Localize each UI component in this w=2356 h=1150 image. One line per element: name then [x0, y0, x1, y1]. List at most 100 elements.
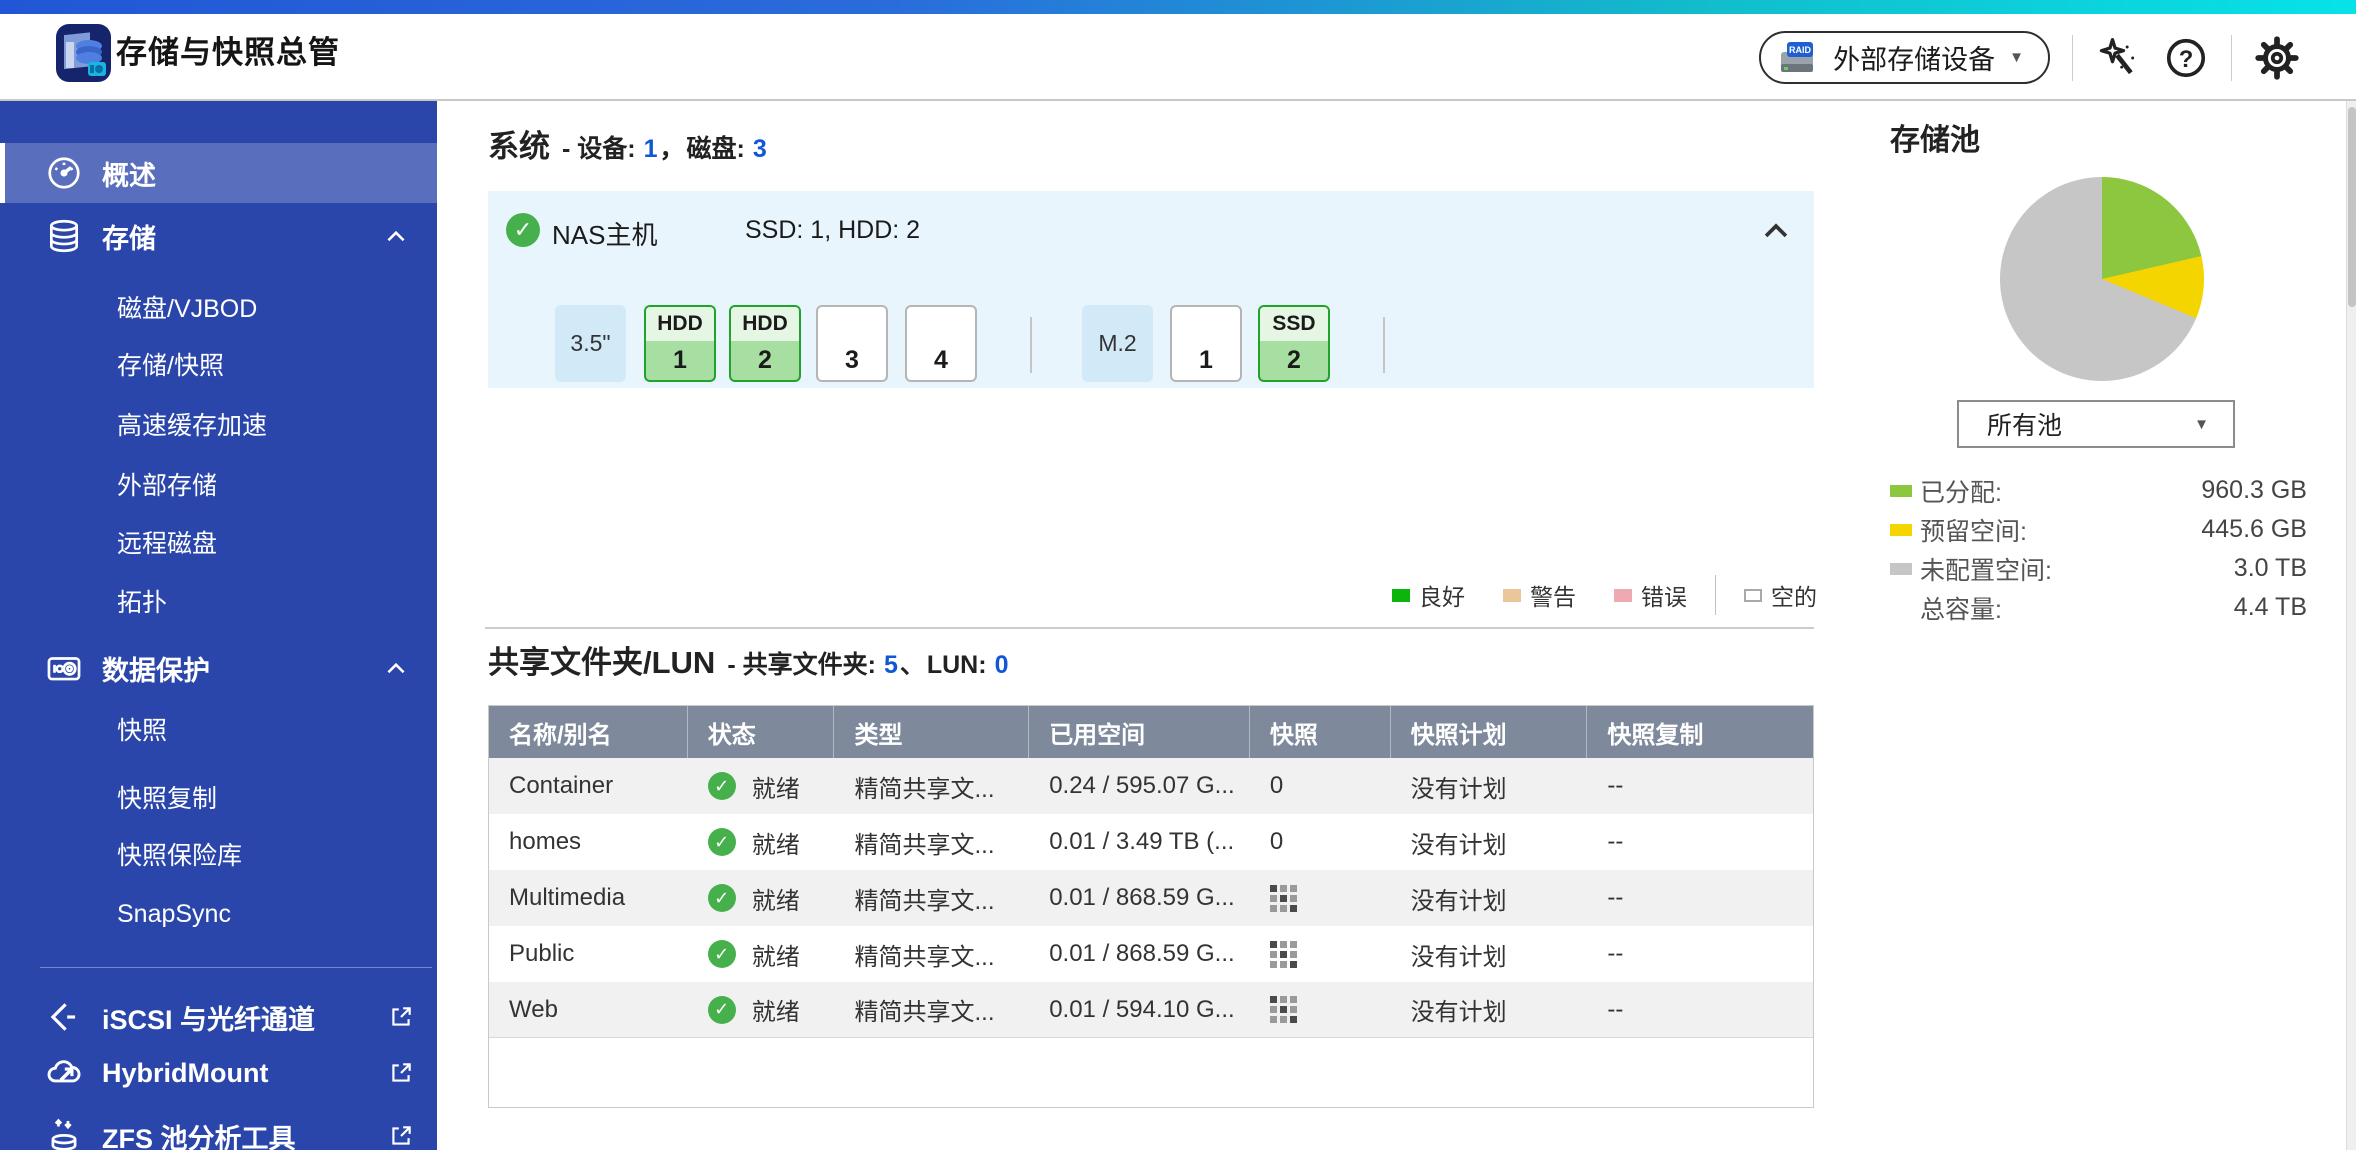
table-row-container[interactable]: Container ✓就绪 精简共享文... 0.24 / 595.07 G..…: [489, 758, 1813, 814]
col-header-snapshot-replica: 快照复制: [1587, 706, 1813, 758]
cell-type: 精简共享文...: [834, 814, 1029, 870]
chevron-down-icon: ▼: [2009, 49, 2024, 66]
folder-count-label: - 共享文件夹:: [727, 645, 876, 681]
header-divider: [2072, 35, 2073, 81]
cloud-icon: [44, 1053, 84, 1093]
slot-type-label: HDD: [646, 307, 714, 341]
disk-slot-m2-1-empty[interactable]: 1: [1170, 305, 1242, 382]
cell-snapshot-plan: 没有计划: [1391, 870, 1588, 926]
sidebar-item-cache-acceleration[interactable]: 高速缓存加速: [0, 395, 437, 453]
sidebar-item-remote-disk[interactable]: 远程磁盘: [0, 513, 437, 571]
sidebar-item-storage[interactable]: 存储: [0, 206, 437, 266]
sidebar-item-snapshot[interactable]: 快照: [0, 700, 437, 758]
cell-snapshots: [1250, 982, 1391, 1037]
sidebar-item-iscsi-fc[interactable]: iSCSI 与光纤通道: [0, 987, 437, 1047]
status-ok-icon: ✓: [708, 996, 736, 1024]
disk-slot-ssd2[interactable]: SSD 2: [1258, 305, 1330, 382]
cell-snapshot-plan: 没有计划: [1391, 814, 1588, 870]
chevron-up-icon[interactable]: [383, 656, 409, 682]
external-storage-device-dropdown[interactable]: RAID 外部存储设备 ▼: [1759, 31, 2050, 84]
cell-snapshot-plan: 没有计划: [1391, 926, 1588, 982]
pool-selector-dropdown[interactable]: 所有池 ▼: [1957, 400, 2235, 448]
disk-slot-3-empty[interactable]: 3: [816, 305, 888, 382]
vertical-scrollbar[interactable]: [2346, 101, 2356, 1150]
help-icon[interactable]: ?: [2163, 35, 2209, 81]
total-label: 总容量:: [1920, 590, 2234, 626]
sidebar-item-external-storage[interactable]: 外部存储: [0, 455, 437, 513]
svg-text:RAID: RAID: [1789, 45, 1811, 55]
disk-slot-4-empty[interactable]: 4: [905, 305, 977, 382]
disk-slot-hdd1[interactable]: HDD 1: [644, 305, 716, 382]
cell-name: Container: [489, 758, 688, 814]
main-content: 系统 - 设备: 1 ， 磁盘: 3 ✓ NAS主机 SSD: 1, HDD: …: [437, 101, 2348, 1150]
bay-divider: [1030, 317, 1032, 373]
settings-gear-icon[interactable]: [2254, 35, 2300, 81]
slot-number: 3: [818, 341, 886, 380]
cell-snapshot-replica: --: [1587, 926, 1813, 982]
cell-type: 精简共享文...: [834, 926, 1029, 982]
sidebar-item-storage-snapshots[interactable]: 存储/快照: [0, 335, 437, 393]
cell-snapshots: [1250, 870, 1391, 926]
chevron-down-icon: ▼: [2194, 416, 2209, 433]
table-row-public[interactable]: Public ✓就绪 精简共享文... 0.01 / 868.59 G... 没…: [489, 926, 1813, 982]
chevron-up-icon[interactable]: [383, 224, 409, 250]
sidebar-label: 外部存储: [117, 466, 217, 502]
snapshot-busy-grid-icon: [1270, 885, 1297, 912]
status-ok-icon: ✓: [708, 772, 736, 800]
device-selector-label: 外部存储设备: [1833, 38, 1995, 77]
sidebar-item-hybridmount[interactable]: HybridMount: [0, 1043, 437, 1103]
legend-warning-label: 警告: [1530, 578, 1576, 612]
wizard-wand-icon[interactable]: [2095, 35, 2141, 81]
disk-count-label: 磁盘:: [687, 129, 745, 165]
table-row-multimedia[interactable]: Multimedia ✓就绪 精简共享文... 0.01 / 868.59 G.…: [489, 870, 1813, 926]
cell-snapshot-replica: --: [1587, 758, 1813, 814]
cell-snapshots: 0: [1250, 814, 1391, 870]
table-row-web[interactable]: Web ✓就绪 精简共享文... 0.01 / 594.10 G... 没有计划…: [489, 982, 1813, 1038]
sidebar-item-snapsync[interactable]: SnapSync: [0, 885, 437, 943]
status-ok-icon: ✓: [708, 828, 736, 856]
legend-empty-swatch: [1744, 589, 1762, 602]
cell-status: ✓就绪: [688, 814, 835, 870]
cell-status: ✓就绪: [688, 758, 835, 814]
table-row-homes[interactable]: homes ✓就绪 精简共享文... 0.01 / 3.49 TB (... 0…: [489, 814, 1813, 870]
nas-host-panel: ✓ NAS主机 SSD: 1, HDD: 2 3.5" HDD 1 HDD 2 …: [488, 191, 1814, 388]
reserved-swatch: [1890, 524, 1912, 536]
shared-folders-table: 名称/别名 状态 类型 已用空间 快照 快照计划 快照复制 Container …: [488, 705, 1814, 1108]
cell-used-space: 0.01 / 3.49 TB (...: [1029, 814, 1250, 870]
cell-snapshot-replica: --: [1587, 982, 1813, 1037]
disk-slot-hdd2[interactable]: HDD 2: [729, 305, 801, 382]
sidebar-item-topology[interactable]: 拓扑: [0, 572, 437, 630]
slot-number: 4: [907, 341, 975, 380]
sidebar-label: iSCSI 与光纤通道: [102, 998, 315, 1037]
col-header-type: 类型: [834, 706, 1029, 758]
cell-used-space: 0.24 / 595.07 G...: [1029, 758, 1250, 814]
sidebar-item-overview[interactable]: 概述: [0, 143, 437, 203]
section-divider: [485, 627, 1814, 629]
sidebar-label: 存储/快照: [117, 346, 224, 382]
shares-title-text: 共享文件夹/LUN: [488, 637, 715, 682]
sidebar-label: 拓扑: [117, 583, 167, 619]
cell-name: Multimedia: [489, 870, 688, 926]
gauge-icon: [44, 153, 84, 193]
app-logo-icon: [56, 24, 111, 82]
cell-used-space: 0.01 / 868.59 G...: [1029, 926, 1250, 982]
bay-size-label-3-5: 3.5": [555, 305, 626, 382]
sidebar-item-snapshot-vault[interactable]: 快照保险库: [0, 825, 437, 883]
bay-size-label-m2: M.2: [1082, 305, 1153, 382]
sidebar-item-zfs-pool-analyzer[interactable]: ZFS 池分析工具: [0, 1106, 437, 1150]
storage-disks-icon: [44, 216, 84, 256]
slot-number: 1: [646, 341, 714, 380]
unconfigured-value: 3.0 TB: [2234, 554, 2307, 583]
bay-divider: [1383, 317, 1385, 373]
sidebar-item-data-protection[interactable]: 数据保护: [0, 638, 437, 698]
sidebar-item-disks-vjbod[interactable]: 磁盘/VJBOD: [0, 278, 437, 336]
sidebar-item-snapshot-replica[interactable]: 快照复制: [0, 768, 437, 826]
disk-status-legend: 良好 警告 错误 空的: [1392, 575, 1817, 615]
separator: ，: [660, 129, 685, 165]
scrollbar-thumb[interactable]: [2348, 107, 2356, 307]
cell-status: ✓就绪: [688, 982, 835, 1037]
col-header-status: 状态: [688, 706, 835, 758]
device-count-value: 1: [644, 135, 658, 164]
app-header: 存储与快照总管 RAID 外部存储设备 ▼: [0, 14, 2356, 101]
collapse-chevron-up-icon[interactable]: [1754, 209, 1798, 253]
